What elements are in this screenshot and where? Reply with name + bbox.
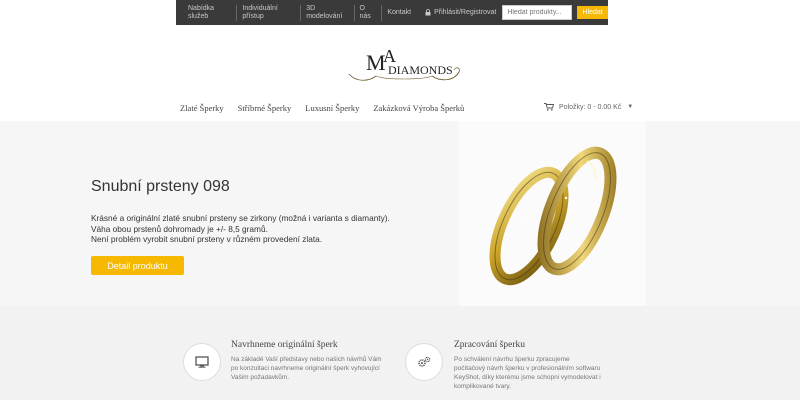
top-nav-kontakt[interactable]: Kontakt <box>382 9 416 17</box>
hero-title: Snubní prsteny 098 <box>91 178 230 195</box>
hero-desc-line: Krásné a originální zlaté snubní prsteny… <box>91 213 390 223</box>
top-nav-sluzby[interactable]: Nabídka služeb <box>183 4 238 21</box>
site-logo[interactable]: M A DIAMONDS <box>346 44 462 86</box>
feature-text-line: komplikované tvary. <box>454 383 511 390</box>
feature-title: Zpracování šperku <box>454 340 525 350</box>
search-button[interactable]: Hledat <box>577 6 608 19</box>
product-detail-button[interactable]: Detail produktu <box>91 256 184 275</box>
main-nav-stribrne[interactable]: Stříbrné Šperky <box>238 103 292 113</box>
chevron-down-icon: ▼ <box>627 104 634 110</box>
feature-title: Navrhneme originální šperk <box>231 340 338 350</box>
top-bar-panel: Nabídka služeb Individuální přístup 3D m… <box>176 0 608 25</box>
feature-text-line: počítačový návrh šperku v profesionálním… <box>454 365 601 372</box>
logo-graphic: M A DIAMONDS <box>348 46 460 81</box>
hero-desc-line: Není problém vyrobit snubní prsteny v rů… <box>91 234 323 244</box>
monitor-icon <box>195 356 209 368</box>
main-nav-zlate[interactable]: Zlaté Šperky <box>180 103 224 113</box>
main-nav-zakazkova[interactable]: Zakázková Výroba Šperků <box>373 103 464 113</box>
gears-icon <box>418 356 431 367</box>
hero-description: Krásné a originální zlaté snubní prsteny… <box>91 213 390 245</box>
feature-text-line: Po schválení návrhu šperku zpracujeme <box>454 356 570 363</box>
main-nav: Zlaté Šperky Stříbrné Šperky Luxusní Špe… <box>180 103 478 113</box>
top-bar: Nabídka služeb Individuální přístup 3D m… <box>0 0 800 25</box>
feature-text-line: Vašim požadavkům. <box>231 374 290 381</box>
features-section <box>0 306 800 400</box>
login-link[interactable]: Přihlásit/Registrovat <box>425 9 496 16</box>
main-nav-luxusni[interactable]: Luxusní Šperky <box>305 103 359 113</box>
search-input[interactable] <box>502 5 573 20</box>
top-nav-modelovani[interactable]: 3D modelování <box>301 4 355 21</box>
lock-icon <box>425 9 431 16</box>
rings-graphic <box>489 146 617 286</box>
cart-icon <box>544 103 554 111</box>
login-label: Přihlásit/Registrovat <box>434 9 497 16</box>
svg-text:DIAMONDS: DIAMONDS <box>388 63 453 77</box>
feature-text: Na základě Vaší představy nebo našich ná… <box>231 355 382 382</box>
feature-icon-circle <box>183 343 221 381</box>
product-image-rings[interactable] <box>459 121 646 306</box>
top-nav: Nabídka služeb Individuální přístup 3D m… <box>176 4 416 21</box>
feature-text-line: Na základě Vaší představy nebo našich ná… <box>231 356 382 363</box>
feature-text-line: KeyShot, díky kterému jsme schopni vymod… <box>454 374 601 381</box>
top-nav-o-nas[interactable]: O nás <box>355 4 383 21</box>
cart-summary[interactable]: Položky: 0 - 0.00 Kč ▼ <box>544 103 633 111</box>
top-nav-pristup[interactable]: Individuální přístup <box>237 4 302 21</box>
feature-text-line: po konzultaci navrhneme originální šperk… <box>231 365 380 372</box>
feature-text: Po schválení návrhu šperku zpracujeme po… <box>454 355 601 391</box>
feature-icon-circle <box>405 343 443 381</box>
cart-label: Položky: 0 - 0.00 Kč <box>559 103 622 111</box>
hero-desc-line: Váha obou prstenů dohromady je +/- 8,5 g… <box>91 223 268 234</box>
